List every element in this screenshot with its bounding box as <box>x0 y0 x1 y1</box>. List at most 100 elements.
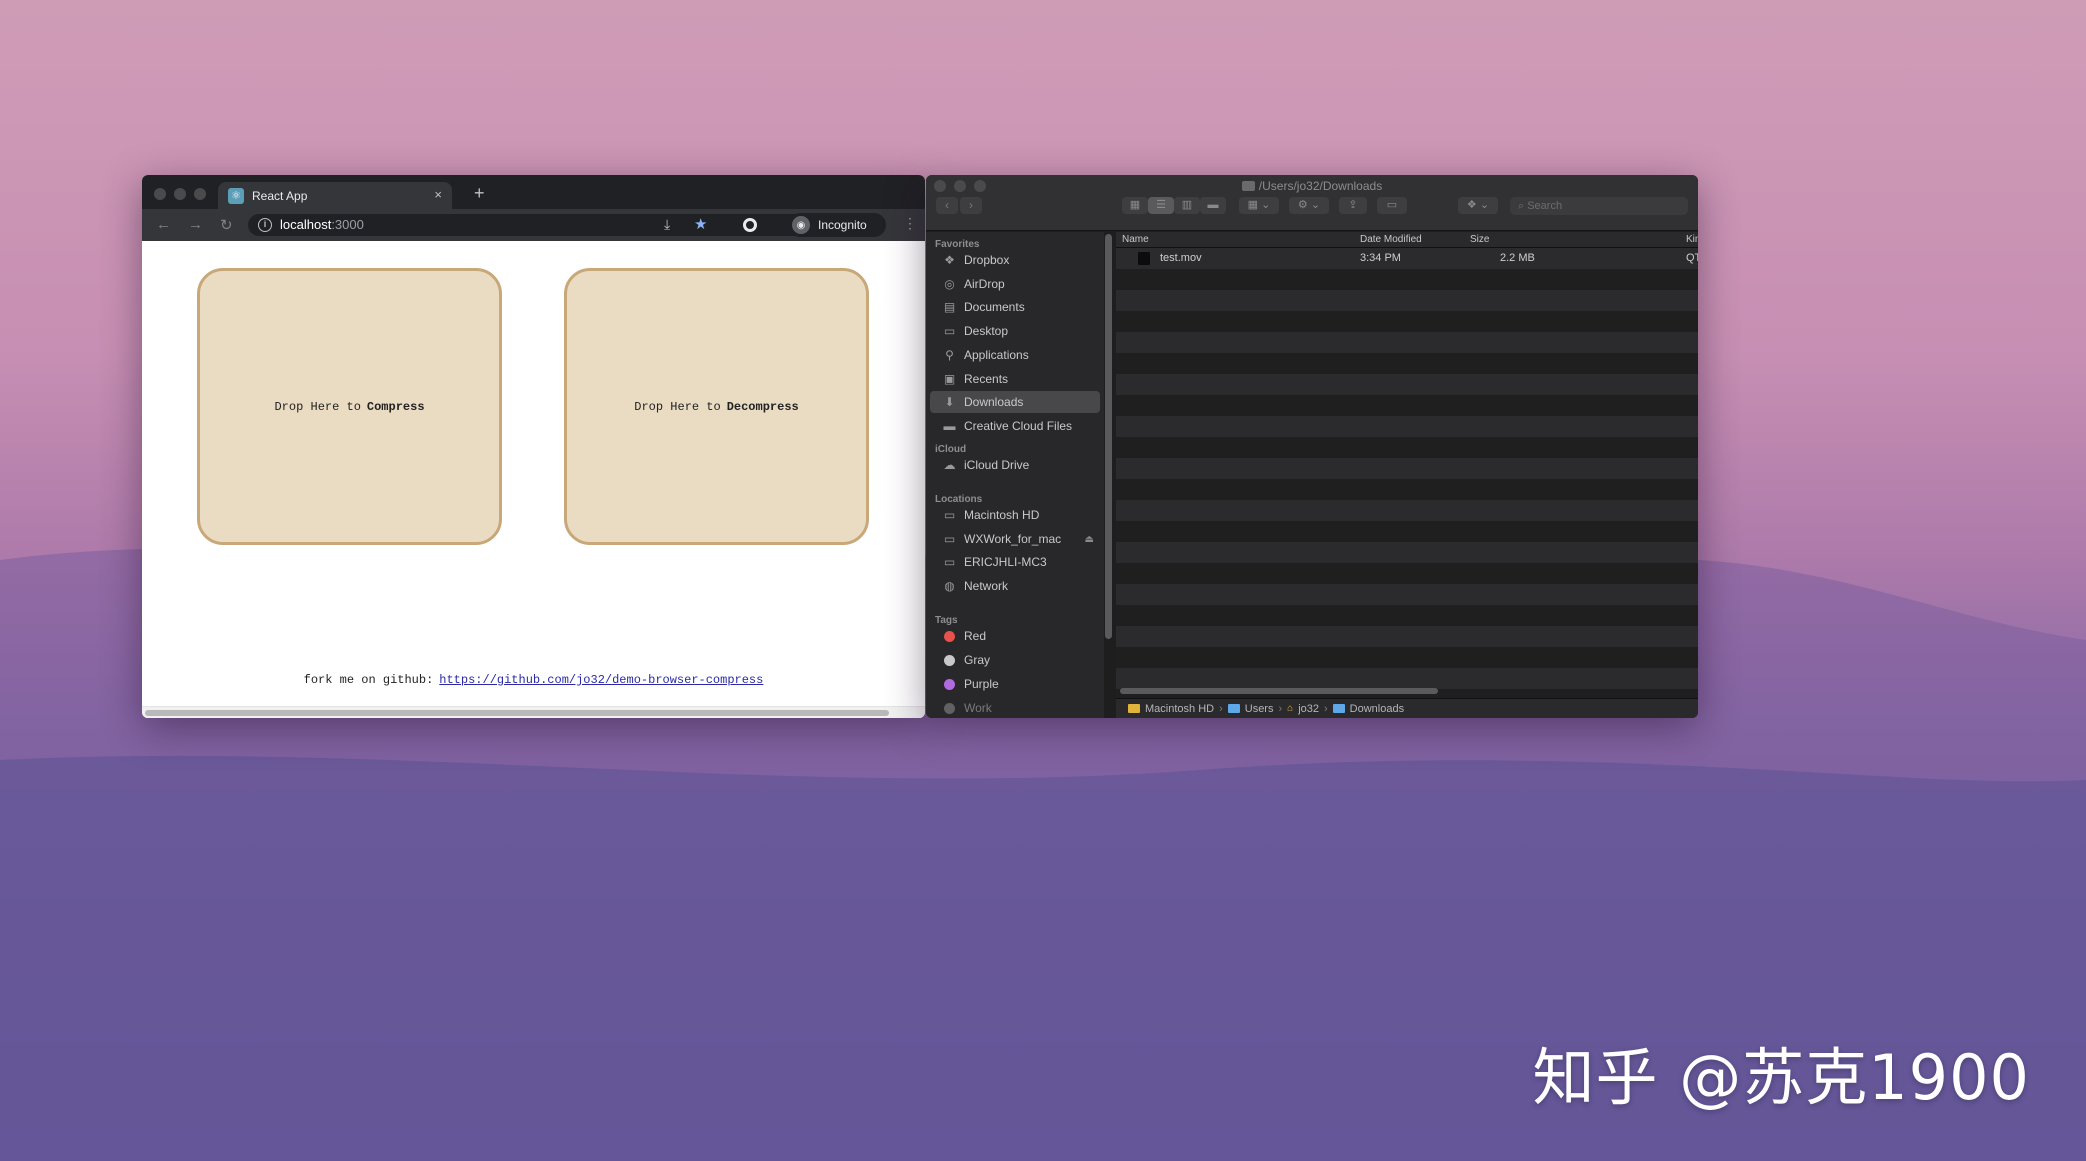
empty-row <box>1116 626 1698 647</box>
finder-search-input[interactable]: ⌕ Search <box>1510 197 1688 215</box>
sidebar-item-label: iCloud Drive <box>964 458 1030 472</box>
column-header-size[interactable]: Size <box>1470 234 1489 245</box>
file-date: 3:34 PM <box>1360 252 1401 264</box>
sidebar-item-wxwork[interactable]: ▭ WXWork_for_mac ⏏ <box>930 528 1100 550</box>
list-view-icon[interactable]: ☰ <box>1148 197 1174 214</box>
table-row[interactable]: test.mov 3:34 PM 2.2 MB QT <box>1116 248 1698 269</box>
extension-icon[interactable] <box>743 218 757 232</box>
empty-row <box>1116 500 1698 521</box>
sidebar-item-downloads[interactable]: ⬇ Downloads <box>930 391 1100 413</box>
sidebar-tag-gray[interactable]: Gray <box>930 649 1100 671</box>
browser-toolbar: ← → ↻ i localhost:3000 ⤓ ★ ◉ Incognito ⋮ <box>142 209 925 241</box>
sidebar-tag-red[interactable]: Red <box>930 625 1100 647</box>
sidebar-item-macintosh-hd[interactable]: ▭ Macintosh HD <box>930 504 1100 526</box>
empty-row <box>1116 563 1698 584</box>
forward-arrow-icon[interactable]: → <box>188 216 203 233</box>
sidebar-item-creative-cloud[interactable]: ▬ Creative Cloud Files <box>930 415 1100 437</box>
eject-icon[interactable]: ⏏ <box>1085 534 1094 545</box>
sidebar-item-label: Red <box>964 629 987 643</box>
sidebar-item-label: Applications <box>964 348 1029 362</box>
address-bar[interactable]: i localhost:3000 ⤓ ★ <box>248 214 880 236</box>
sidebar-item-airdrop[interactable]: ◎ AirDrop <box>930 273 1100 295</box>
path-separator: › <box>1324 702 1328 715</box>
minimize-window-button[interactable] <box>174 188 186 200</box>
sidebar-tag-work[interactable]: Work <box>930 697 1100 718</box>
site-info-icon[interactable]: i <box>258 218 272 232</box>
sidebar-item-label: AirDrop <box>964 277 1005 291</box>
path-item[interactable]: jo32 <box>1298 703 1319 715</box>
zoom-window-button[interactable] <box>194 188 206 200</box>
disk-icon: ▭ <box>943 532 956 546</box>
tab-title: React App <box>252 188 308 203</box>
airdrop-icon: ◎ <box>944 277 955 291</box>
sidebar-item-documents[interactable]: ▤ Documents <box>930 296 1100 318</box>
group-by-icon[interactable]: ▦ ⌄ <box>1239 197 1279 214</box>
new-tab-button[interactable]: + <box>474 183 485 204</box>
tag-icon[interactable]: ▭ <box>1377 197 1407 214</box>
sidebar-item-dropbox[interactable]: ❖ Dropbox <box>930 249 1100 271</box>
path-separator: › <box>1219 702 1223 715</box>
empty-row <box>1116 269 1698 290</box>
action-gear-icon[interactable]: ⚙ ⌄ <box>1289 197 1329 214</box>
download-icon[interactable]: ⤓ <box>664 216 670 233</box>
path-item[interactable]: Macintosh HD <box>1145 703 1214 715</box>
folder-icon <box>1227 704 1240 713</box>
url-text[interactable]: localhost:3000 <box>280 217 364 232</box>
browser-menu-icon[interactable]: ⋮ <box>903 215 917 232</box>
dropbox-icon: ❖ <box>944 253 955 267</box>
search-placeholder: Search <box>1527 200 1563 212</box>
sidebar-item-network[interactable]: ◍ Network <box>930 575 1100 597</box>
sidebar-scrollbar[interactable] <box>1105 234 1112 639</box>
compress-drop-zone[interactable]: Drop Here to Compress <box>197 268 502 545</box>
empty-row <box>1116 668 1698 689</box>
empty-row <box>1116 605 1698 626</box>
scrollbar-thumb[interactable] <box>145 710 889 716</box>
sidebar-tag-purple[interactable]: Purple <box>930 673 1100 695</box>
decompress-drop-zone[interactable]: Drop Here to Decompress <box>564 268 869 545</box>
github-fork-line: fork me on github: https://github.com/jo3… <box>142 673 925 687</box>
back-arrow-icon[interactable]: ← <box>156 216 171 233</box>
column-header-kind[interactable]: Kin <box>1686 234 1698 245</box>
column-view-icon[interactable]: ▥ <box>1174 197 1200 214</box>
sidebar-item-ericjhli[interactable]: ▭ ERICJHLI-MC3 <box>930 551 1100 573</box>
work-tag-dot <box>944 702 955 714</box>
folder-icon: ▬ <box>943 419 956 433</box>
empty-row <box>1116 479 1698 500</box>
file-name: test.mov <box>1160 252 1202 264</box>
column-header-date[interactable]: Date Modified <box>1360 234 1422 245</box>
close-window-button[interactable] <box>154 188 166 200</box>
tab-close-icon[interactable]: × <box>434 187 442 202</box>
reload-icon[interactable]: ↻ <box>220 216 233 234</box>
dropbox-toolbar-icon[interactable]: ❖ ⌄ <box>1458 197 1498 214</box>
github-link[interactable]: https://github.com/jo32/demo-browser-com… <box>439 673 763 687</box>
home-icon: ⌂ <box>1287 703 1294 714</box>
tab-react-app[interactable]: ⚛ React App × <box>218 182 452 209</box>
empty-row <box>1116 353 1698 374</box>
path-item[interactable]: Downloads <box>1350 703 1404 715</box>
horizontal-scrollbar[interactable] <box>142 706 925 718</box>
sidebar-item-recents[interactable]: ▣ Recents <box>930 368 1100 390</box>
sidebar-item-label: Macintosh HD <box>964 508 1040 522</box>
empty-row <box>1116 647 1698 668</box>
bookmark-star-icon[interactable]: ★ <box>694 215 707 233</box>
sidebar-item-applications[interactable]: ⚲ Applications <box>930 344 1100 366</box>
icon-view-icon[interactable]: ▦ <box>1122 197 1148 214</box>
purple-tag-dot <box>944 678 955 690</box>
column-header-name[interactable]: Name <box>1122 234 1149 245</box>
gallery-view-icon[interactable]: ▬ <box>1200 197 1226 214</box>
share-icon[interactable]: ⇪ <box>1339 197 1367 214</box>
finder-back-icon[interactable]: ‹ <box>936 197 958 214</box>
sidebar-item-label: WXWork_for_mac <box>964 532 1062 546</box>
sidebar-item-label: Desktop <box>964 324 1009 338</box>
finder-forward-icon[interactable]: › <box>960 197 982 214</box>
sidebar-item-desktop[interactable]: ▭ Desktop <box>930 320 1100 342</box>
folder-icon <box>1332 704 1345 713</box>
incognito-badge[interactable]: ◉ Incognito <box>788 213 886 237</box>
sidebar-item-label: Documents <box>964 300 1025 314</box>
path-item[interactable]: Users <box>1245 703 1274 715</box>
folder-icon <box>1241 181 1255 191</box>
sidebar-item-icloud-drive[interactable]: ☁ iCloud Drive <box>930 454 1100 476</box>
sidebar-item-label: Network <box>964 579 1009 593</box>
file-list: Name Date Modified Size Kin test.mov 3:3… <box>1116 232 1698 698</box>
file-list-scrollbar[interactable] <box>1120 688 1438 694</box>
